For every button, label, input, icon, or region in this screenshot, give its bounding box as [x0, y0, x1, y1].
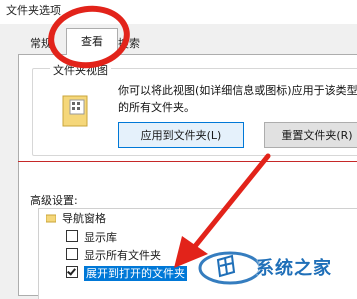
apply-to-folders-button[interactable]: 应用到文件夹(L) — [118, 122, 244, 148]
tree-group-navigation-pane[interactable]: 导航窗格 — [46, 210, 106, 228]
show-libraries-checkbox[interactable] — [66, 230, 78, 242]
option-show-libraries[interactable]: 显示库 — [66, 229, 117, 247]
expand-to-open-folder-checkbox[interactable] — [66, 266, 78, 278]
option-expand-to-open-folder[interactable]: 展开到打开的文件夹 — [66, 265, 187, 283]
advanced-settings-label: 高级设置: — [30, 194, 78, 207]
navigation-pane-label: 导航窗格 — [62, 212, 106, 225]
watermark-text: 系统之家 — [256, 258, 332, 279]
navigation-pane-icon — [46, 214, 56, 223]
show-all-folders-checkbox[interactable] — [66, 248, 78, 260]
show-libraries-label: 显示库 — [84, 231, 117, 244]
folder-options-dialog: 文件夹选项 常规 搜索 查看 文件夹视图 你可以将此视图(如详细信息或图标)应用… — [0, 0, 357, 299]
folder-views-description: 你可以将此视图(如详细信息或图标)应用于该类型的所有文件夹。 — [118, 84, 357, 114]
option-show-all-folders[interactable]: 显示所有文件夹 — [66, 247, 161, 265]
show-all-folders-label: 显示所有文件夹 — [84, 249, 161, 262]
folder-view-icon — [62, 95, 88, 127]
window-title: 文件夹选项 — [6, 4, 61, 17]
reset-folders-button[interactable]: 重置文件夹(R) — [264, 122, 357, 148]
